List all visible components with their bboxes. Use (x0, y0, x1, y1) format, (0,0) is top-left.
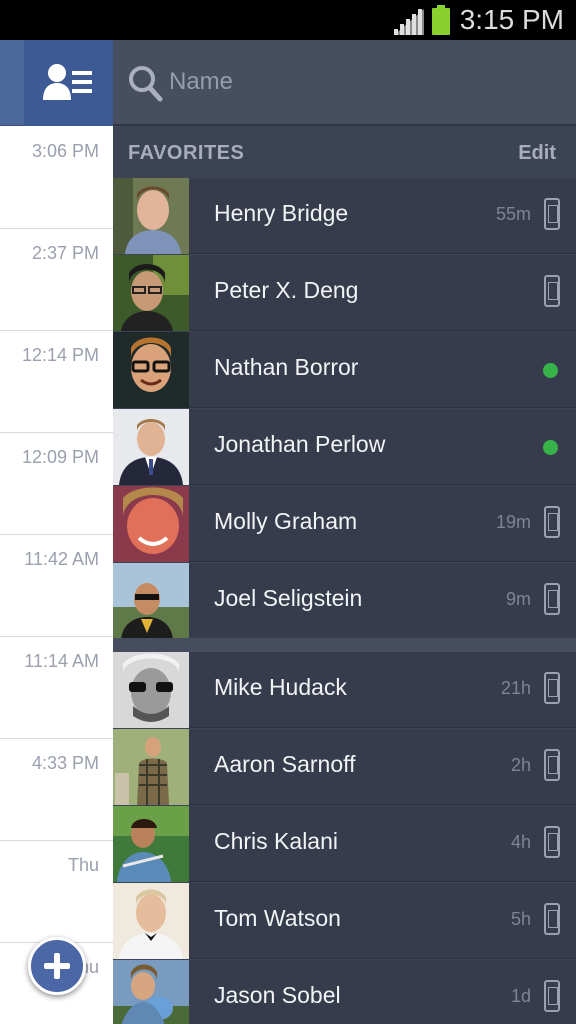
signal-icon (394, 9, 424, 35)
last-active: 21h (500, 678, 531, 698)
contact-row[interactable]: Nathan Borror (113, 332, 576, 408)
left-titlebar (0, 40, 113, 126)
online-status-indicator (543, 440, 558, 455)
conversation-time: 11:14 AM (24, 651, 99, 671)
conversation-row[interactable]: 3:06 PM (0, 127, 113, 229)
contact-name: Nathan Borror (214, 354, 359, 380)
contact-name: Henry Bridge (214, 200, 349, 226)
contact-row[interactable]: Chris Kalani 4h (113, 806, 576, 882)
contact-row[interactable]: Jonathan Perlow (113, 409, 576, 485)
contact-row[interactable]: Henry Bridge 55m (113, 178, 576, 254)
conversation-row[interactable]: 11:14 AM (0, 637, 113, 739)
conversation-row[interactable]: 2:37 PM (0, 229, 113, 331)
avatar (113, 486, 189, 562)
avatar (113, 806, 189, 882)
friends-list-button[interactable] (25, 40, 113, 126)
search-bar (113, 40, 576, 126)
contact-name: Molly Graham (214, 508, 358, 534)
mobile-phone-icon (544, 903, 560, 935)
contact-name: Jonathan Perlow (214, 431, 386, 457)
status-time: 3:15 PM (459, 4, 564, 35)
conversation-row[interactable]: 4:33 PM (0, 739, 113, 841)
new-message-button[interactable] (28, 937, 86, 995)
contact-row[interactable]: Aaron Sarnoff 2h (113, 729, 576, 805)
last-active: 5h (510, 909, 531, 929)
avatar (113, 332, 189, 408)
conversation-time: 2:37 PM (31, 243, 99, 263)
avatar (113, 652, 189, 728)
avatar (113, 409, 189, 485)
battery-icon (432, 5, 450, 35)
conversation-row[interactable]: 11:42 AM (0, 535, 113, 637)
mobile-phone-icon (544, 583, 560, 615)
last-active: 19m (495, 512, 531, 532)
friends-list-icon (43, 64, 92, 100)
favorites-label: FAVORITES (128, 142, 245, 164)
avatar (113, 883, 189, 959)
contact-row[interactable]: Peter X. Deng (113, 255, 576, 331)
last-active: 1d (510, 986, 531, 1006)
mobile-phone-icon (544, 826, 560, 858)
avatar (113, 255, 189, 331)
conversation-row[interactable]: 12:09 PM (0, 433, 113, 535)
contact-row[interactable]: Molly Graham 19m (113, 486, 576, 562)
conversation-time: 3:06 PM (31, 141, 99, 161)
contact-name: Joel Seligstein (214, 585, 363, 611)
contact-name: Mike Hudack (214, 674, 347, 700)
section-divider (113, 638, 576, 652)
contact-row[interactable]: Joel Seligstein 9m (113, 563, 576, 639)
avatar (113, 178, 189, 254)
conversation-row[interactable]: 12:14 PM (0, 331, 113, 433)
contact-row[interactable]: Tom Watson 5h (113, 883, 576, 959)
conversation-time: 11:42 AM (24, 549, 99, 569)
conversation-time: Thu (67, 855, 99, 875)
conversation-time: 12:14 PM (21, 345, 99, 365)
avatar (113, 563, 189, 639)
search-icon (129, 66, 163, 102)
contact-name: Chris Kalani (214, 828, 338, 854)
favorites-header: FAVORITES Edit (113, 128, 576, 178)
contact-row[interactable]: Mike Hudack 21h (113, 652, 576, 728)
mobile-phone-icon (544, 506, 560, 538)
online-status-indicator (543, 363, 558, 378)
status-bar: 3:15 PM (0, 0, 576, 40)
last-active: 2h (510, 755, 531, 775)
plus-icon (44, 953, 70, 979)
mobile-phone-icon (544, 980, 560, 1012)
mobile-phone-icon (544, 198, 560, 230)
mobile-phone-icon (544, 672, 560, 704)
contact-name: Peter X. Deng (214, 277, 359, 303)
mobile-phone-icon (544, 275, 560, 307)
search-input[interactable] (169, 62, 549, 102)
contact-name: Tom Watson (214, 905, 341, 931)
contact-row[interactable]: Jason Sobel 1d (113, 960, 576, 1024)
last-active: 9m (505, 589, 531, 609)
conversation-panel: 3:06 PM 2:37 PM 12:14 PM 12:09 PM 11:42 … (0, 40, 113, 1024)
mobile-phone-icon (544, 749, 560, 781)
conversation-time: 4:33 PM (31, 753, 99, 773)
avatar (113, 960, 189, 1024)
avatar (113, 729, 189, 805)
last-active: 4h (510, 832, 531, 852)
last-active: 55m (495, 204, 531, 224)
chat-sidebar: FAVORITES Edit Henry Bridge 55m Peter X.… (113, 40, 576, 1024)
edit-favorites-button[interactable]: Edit (518, 142, 556, 165)
contact-name: Jason Sobel (214, 982, 341, 1008)
contact-name: Aaron Sarnoff (214, 751, 356, 777)
conversation-row[interactable]: Thu (0, 841, 113, 943)
conversation-time: 12:09 PM (21, 447, 99, 467)
